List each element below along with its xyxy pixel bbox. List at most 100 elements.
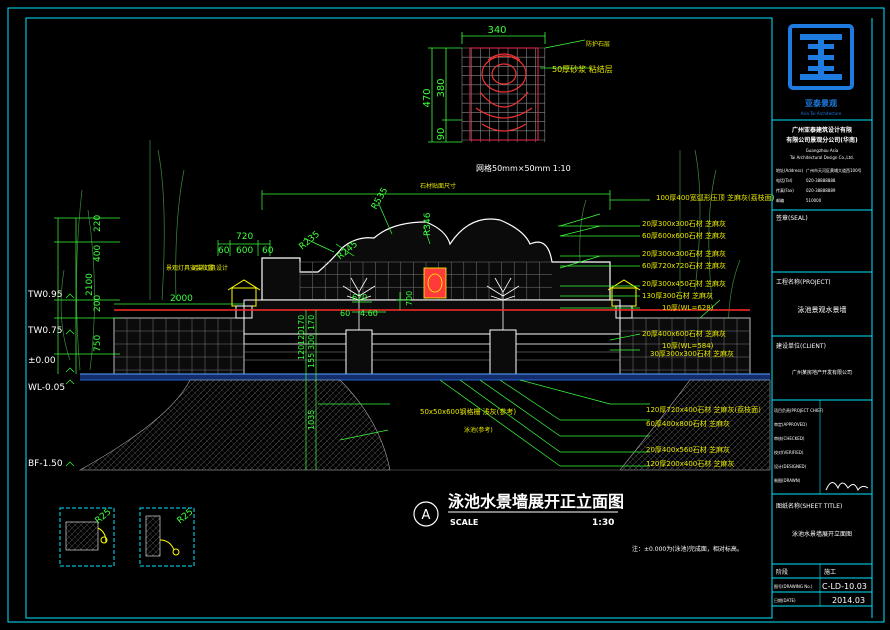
relief-detail: 340 470 380 90 防护石层 50厚砂浆 粘结层 网格50mm×50m… [422, 25, 613, 173]
dim-720: 720 [236, 232, 253, 242]
cad-drawing-canvas: 340 470 380 90 防护石层 50厚砂浆 粘结层 网格50mm×50m… [7, 7, 885, 623]
role-label-1: 审定(APPROVED) [774, 421, 807, 427]
project-label: 工程名称(PROJECT) [776, 278, 831, 286]
arc-r235: R235 [298, 230, 322, 253]
right-material-labels: 100厚400宽弧形压顶 芝麻灰(荔枝面) 20厚300x300石材 芝麻灰 6… [642, 193, 775, 358]
code-label: 邮编 [776, 197, 784, 203]
logo-subtitle: Asia Tai Architecture [801, 111, 842, 116]
phase-value: 施工 [824, 568, 836, 576]
cvdim-300: 300 [307, 335, 316, 350]
left-note-2: 另详灯具设计 [192, 264, 228, 272]
bottom-label-0: 50x50x600钢格栅 浅灰(参考) [420, 407, 516, 416]
date-label: 日期(DATE) [774, 597, 796, 603]
detail-height-b: 90 [436, 128, 447, 141]
addr-label: 地址(Address) [776, 167, 803, 173]
cvdim-1035: 1035 [307, 410, 316, 430]
level-tw095: TW0.95 [27, 290, 62, 300]
logo-name: 亚泰景观 [805, 98, 837, 108]
arc-r535: R535 [370, 186, 390, 211]
company-line-2: 有限公司景观分公司(华南) [786, 136, 858, 144]
vdim-220: 220 [93, 215, 103, 232]
scale-label: SCALE [450, 518, 478, 527]
bottom-label-1: 120厚720x400石材 芝麻灰(荔枝面) [646, 405, 761, 414]
bottom-label-3: 20厚400x560石材 芝麻灰 [646, 445, 730, 454]
number-value: C-LD-10.03 [822, 582, 867, 591]
level-bf: BF-1.50 [28, 459, 63, 469]
label-row-6: 130厚300石材 芝麻灰 [642, 291, 713, 300]
inner-dim-700: 700 [405, 291, 414, 306]
dim-600: 600 [236, 246, 253, 256]
fax-value: 020-38888889 [806, 188, 836, 193]
code-value: 510000 [806, 198, 822, 203]
detail-r25-2: R25 [176, 507, 196, 526]
detail-height-a: 380 [436, 78, 447, 97]
label-row-4: 60厚720x720石材 芝麻灰 [642, 261, 726, 270]
level-000: ±0.00 [28, 356, 56, 366]
role-label-4: 设计(DESIGNED) [774, 463, 807, 469]
label-row-10: 30厚300x300石材 芝麻灰 [650, 349, 734, 358]
tel-label: 电话(Tel) [776, 177, 793, 183]
phase-label: 阶段 [776, 568, 788, 576]
drawing-title-block: A 泳池水景墙展开正立面图 SCALE 1:30 注：±0.000为(泳池)完成… [413, 492, 743, 553]
drawing-title: 泳池水景墙展开正立面图 [448, 492, 624, 511]
lion-head-spout [423, 267, 447, 299]
vdim-750: 750 [93, 335, 103, 352]
company-line-1: 广州亚泰建筑设计有限 [792, 126, 852, 134]
vdim-400: 400 [93, 245, 103, 262]
addr-value: 广州市天河区黄埔大道西100号 [806, 167, 862, 173]
client-value: 广州某房地产开发有限公司 [792, 369, 852, 376]
detail-grid [461, 47, 546, 142]
drawing-note: 注：±0.000为(泳池)完成面，相对标高。 [632, 545, 743, 553]
label-row-5: 20厚300x450石材 芝麻灰 [642, 279, 726, 288]
level-tw075: TW0.75 [27, 326, 62, 336]
cvdim-120b: 120 [297, 345, 306, 360]
bottom-label-2: 60厚400x800石材 芝麻灰 [646, 419, 730, 428]
cvdim-155: 155 [307, 353, 316, 368]
dim-60-right: 60 [262, 246, 274, 256]
fax-label: 传真(Fax) [776, 187, 794, 193]
sheet-title-label: 图纸名称(SHEET TITLE) [776, 502, 842, 510]
company-en-1: Guangzhou Asia [806, 148, 839, 153]
ground-section-hatch [78, 379, 391, 471]
company-en-2: Tai Architectural Design Co.,Ltd. [789, 155, 854, 160]
dim-2000: 2000 [170, 294, 193, 304]
label-row-8: 20厚400x600石材 芝麻灰 [642, 329, 726, 338]
number-label: 图号(DRAWING No.) [774, 583, 813, 589]
inner-dim-620: 620 [352, 293, 367, 302]
label-row-2: 60厚600x600石材 芝麻灰 [642, 231, 726, 240]
role-label-5: 制图(DRAWN) [774, 477, 801, 483]
detail-width-dim: 340 [487, 25, 506, 36]
label-row-3: 20厚300x300石材 芝麻灰 [642, 249, 726, 258]
role-label-3: 校对(VERIFIED) [774, 449, 804, 455]
detail-r25-1: R25 [94, 507, 114, 526]
detail-section-2: R25 [139, 507, 196, 567]
date-value: 2014.03 [832, 596, 865, 605]
role-rows: 项目负责(PROJECT CHIEF) 审定(APPROVED) 审核(CHEC… [774, 407, 824, 483]
seal-label: 签章(SEAL) [776, 214, 808, 222]
label-row-7: 10厚(WL=628) [662, 304, 714, 312]
sheet-title-value: 泳池水景墙展开立面图 [792, 530, 852, 538]
scale-value: 1:30 [592, 518, 614, 528]
cvdim-170b: 170 [307, 315, 316, 330]
vdim-200: 200 [93, 295, 103, 312]
client-label: 建设单位(CLIENT) [776, 342, 826, 350]
inner-dim-460: 4.60 [360, 309, 378, 318]
vdim-2100: 2100 [85, 273, 95, 296]
role-label-0: 项目负责(PROJECT CHIEF) [774, 407, 824, 413]
handwritten-signature [825, 482, 869, 492]
tel-value: 020-38888888 [806, 178, 836, 183]
pool-water [80, 373, 770, 381]
top-note: 石材贴面尺寸 [420, 182, 456, 190]
cvdim-120a: 120 [297, 330, 306, 345]
inner-dim-60: 60 [340, 309, 350, 318]
section-marker: A [422, 508, 431, 523]
bottom-label-4: 120厚200x400石材 芝麻灰 [646, 459, 734, 468]
bottom-sub-note: 泳池(参考) [464, 426, 493, 434]
arc-r346: R346 [423, 212, 433, 236]
role-label-2: 审核(CHECKED) [774, 435, 805, 441]
title-block-panel: 亚泰景观 Asia Tai Architecture 广州亚泰建筑设计有限 有限… [771, 18, 873, 618]
label-row-0: 100厚400宽弧形压顶 芝麻灰(荔枝面) [656, 193, 775, 202]
grid-seal-logo-icon [788, 24, 854, 90]
label-row-9: 10厚(WL=584) [662, 342, 714, 350]
detail-caption: 网格50mm×50mm 1:10 [476, 163, 571, 173]
